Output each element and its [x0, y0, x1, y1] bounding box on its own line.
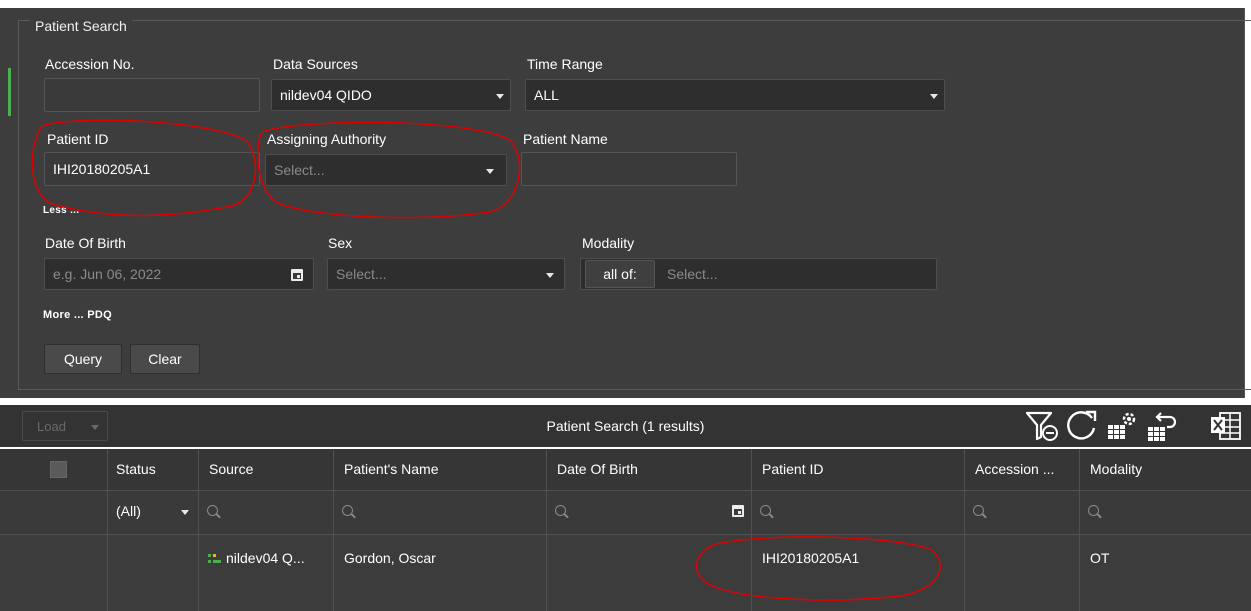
header-source-label: Source — [209, 461, 254, 477]
refresh-icon[interactable] — [1064, 409, 1100, 443]
dob-input[interactable]: e.g. Jun 06, 2022 — [44, 258, 314, 290]
modality-filter-input[interactable] — [1080, 491, 1251, 534]
chevron-down-icon — [486, 169, 494, 174]
assigning-authority-label: Assigning Authority — [267, 131, 387, 147]
modality-select[interactable]: all of: Select... — [580, 258, 937, 290]
app-window: Patient Search Accession No. Data Source… — [0, 0, 1251, 611]
accession-label: Accession No. — [45, 56, 135, 72]
patient-id-label: Patient ID — [47, 131, 109, 147]
accession-input[interactable] — [44, 78, 260, 112]
patient-name-filter-input[interactable] — [334, 491, 547, 534]
row-patient-name-cell: Gordon, Oscar — [334, 535, 547, 611]
results-grid: Status Source Patient's Name Date Of Bir… — [0, 449, 1251, 611]
header-modality[interactable]: Modality — [1080, 449, 1251, 490]
calendar-icon[interactable] — [732, 505, 744, 517]
row-dob-cell — [547, 535, 752, 611]
search-icon — [207, 505, 218, 516]
row-status-cell — [108, 535, 199, 611]
patient-id-value: IHI20180205A1 — [53, 161, 151, 177]
modality-placeholder: Select... — [667, 266, 718, 282]
patient-search-panel: Patient Search Accession No. Data Source… — [0, 8, 1251, 398]
grid-header-row: Status Source Patient's Name Date Of Bir… — [0, 449, 1251, 491]
status-filter-select[interactable]: (All) — [108, 491, 199, 534]
excel-export-icon[interactable] — [1208, 409, 1244, 443]
select-all-checkbox[interactable] — [50, 461, 67, 478]
header-accession-label: Accession ... — [975, 461, 1055, 477]
header-patient-name[interactable]: Patient's Name — [334, 449, 547, 490]
grid-settings-icon[interactable] — [1104, 409, 1140, 443]
data-sources-select[interactable]: nildev04 QIDO — [271, 79, 511, 111]
header-patient-id-label: Patient ID — [762, 461, 824, 477]
chevron-down-icon — [496, 94, 504, 99]
assigning-authority-select[interactable]: Select... — [265, 154, 507, 186]
header-patient-name-label: Patient's Name — [344, 461, 439, 477]
network-source-icon — [208, 554, 221, 563]
chevron-down-icon — [930, 94, 938, 99]
header-status-label: Status — [116, 461, 156, 477]
row-modality-cell: OT — [1080, 535, 1251, 611]
chevron-down-icon — [546, 273, 554, 278]
row-accession-cell — [965, 535, 1080, 611]
modality-mode-button[interactable]: all of: — [585, 260, 655, 288]
less-link[interactable]: Less ... — [43, 205, 79, 216]
row-modality: OT — [1090, 550, 1110, 566]
patient-name-label: Patient Name — [523, 131, 608, 147]
assigning-authority-placeholder: Select... — [274, 162, 325, 178]
dob-placeholder: e.g. Jun 06, 2022 — [53, 266, 162, 282]
search-icon — [342, 505, 353, 516]
data-sources-label: Data Sources — [273, 56, 358, 72]
header-status[interactable]: Status — [108, 449, 199, 490]
focus-accent-bar — [8, 68, 11, 116]
row-source: nildev04 Q... — [226, 550, 305, 566]
table-row[interactable]: nildev04 Q... Gordon, Oscar IHI20180205A… — [0, 535, 1251, 611]
search-legend: Patient Search — [30, 18, 132, 34]
grid-filter-row: (All) — [0, 491, 1251, 535]
sex-label: Sex — [328, 235, 353, 251]
row-patient-name: Gordon, Oscar — [344, 550, 436, 566]
query-button[interactable]: Query — [44, 344, 122, 374]
row-patient-id: IHI20180205A1 — [762, 550, 860, 566]
row-select-cell[interactable] — [0, 535, 108, 611]
chevron-down-icon — [181, 510, 189, 515]
time-range-label: Time Range — [527, 56, 603, 72]
results-toolbar: Load Patient Search (1 results) — [0, 405, 1251, 447]
header-accession[interactable]: Accession ... — [965, 449, 1080, 490]
filter-empty-cell — [0, 491, 108, 534]
search-icon — [555, 505, 566, 516]
header-patient-id[interactable]: Patient ID — [752, 449, 965, 490]
dob-label: Date Of Birth — [45, 235, 126, 251]
patient-name-input[interactable] — [521, 152, 737, 186]
sex-placeholder: Select... — [336, 266, 387, 282]
source-filter-input[interactable] — [199, 491, 334, 534]
time-range-value: ALL — [534, 87, 559, 103]
search-icon — [1088, 505, 1099, 516]
clear-button[interactable]: Clear — [130, 344, 200, 374]
more-pdq-link[interactable]: More ... PDQ — [43, 309, 112, 321]
calendar-icon[interactable] — [291, 269, 303, 281]
modality-label: Modality — [582, 235, 635, 251]
time-range-select[interactable]: ALL — [525, 79, 945, 111]
search-fieldset — [18, 20, 1251, 390]
row-patient-id-cell: IHI20180205A1 — [752, 535, 965, 611]
row-source-cell: nildev04 Q... — [199, 535, 334, 611]
patient-id-input[interactable]: IHI20180205A1 — [44, 152, 260, 186]
header-date-of-birth[interactable]: Date Of Birth — [547, 449, 752, 490]
header-source[interactable]: Source — [199, 449, 334, 490]
grid-reset-icon[interactable] — [1144, 409, 1180, 443]
sex-select[interactable]: Select... — [327, 258, 565, 290]
search-icon — [760, 505, 771, 516]
dob-filter-input[interactable] — [547, 491, 752, 534]
header-select-all[interactable] — [0, 449, 108, 490]
status-filter-value: (All) — [116, 503, 141, 519]
accession-filter-input[interactable] — [965, 491, 1080, 534]
data-sources-value: nildev04 QIDO — [280, 87, 372, 103]
header-date-of-birth-label: Date Of Birth — [557, 461, 638, 477]
clear-filter-icon[interactable] — [1024, 409, 1060, 443]
search-icon — [973, 505, 984, 516]
header-modality-label: Modality — [1090, 461, 1143, 477]
patient-id-filter-input[interactable] — [752, 491, 965, 534]
